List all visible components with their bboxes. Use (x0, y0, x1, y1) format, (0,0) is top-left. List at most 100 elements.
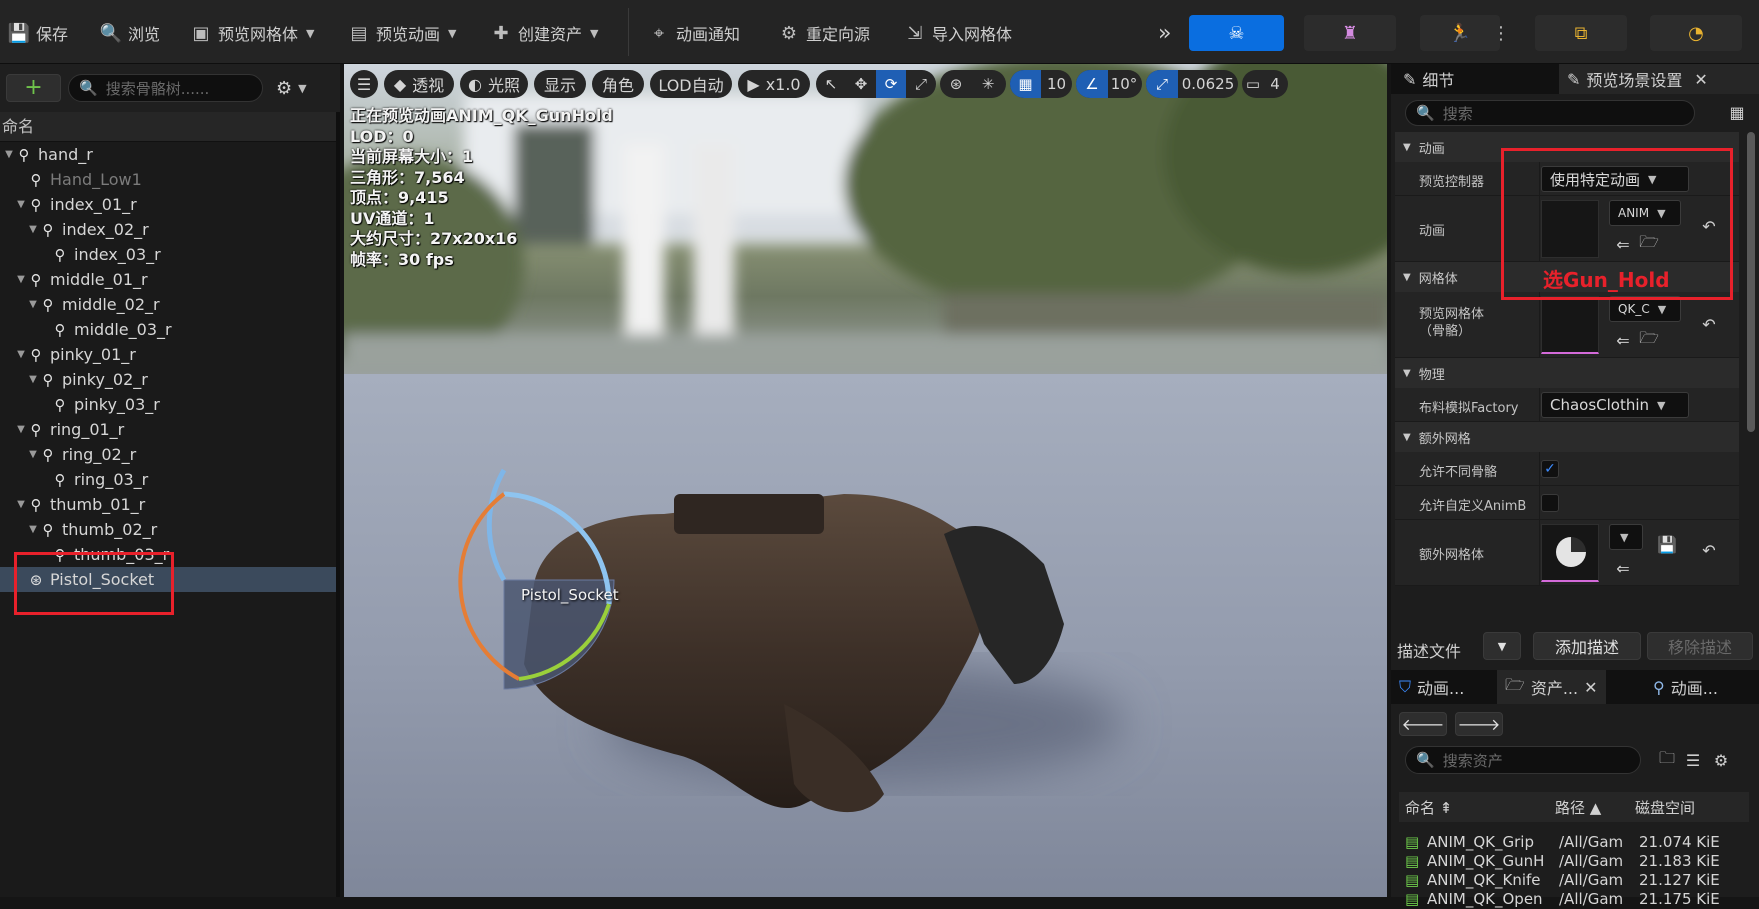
more-options-icon[interactable]: ⋮ (1488, 15, 1514, 51)
section-extra-mesh[interactable]: ▼ 额外网格 (1395, 422, 1739, 452)
surface-snap-icon[interactable]: ✳ (972, 70, 1004, 98)
bone-row[interactable]: ▼ ⚲ thumb_01_r (0, 492, 336, 517)
show-button[interactable]: 显示 (534, 70, 586, 98)
expand-arrow-icon[interactable]: ▼ (16, 424, 26, 435)
add-profile-button[interactable]: 添加描述 (1533, 632, 1641, 660)
bone-row[interactable]: ▼ ⚲ ring_01_r (0, 417, 336, 442)
create-asset-button[interactable]: ✚ 创建资产 ▼ (490, 18, 598, 48)
expand-arrow-icon[interactable]: ▼ (28, 299, 38, 310)
expand-arrow-icon[interactable]: ▼ (16, 499, 26, 510)
import-mesh-button[interactable]: ⇲ 导入网格体 (904, 18, 1012, 48)
table-view-icon[interactable]: ▦ (1727, 102, 1747, 122)
perspective-button[interactable]: ◆ 透视 (384, 70, 454, 98)
viewport-menu-button[interactable]: ☰ (350, 70, 378, 98)
allow-different-checkbox[interactable]: ✓ (1541, 460, 1559, 478)
extra-mesh-thumbnail[interactable] (1541, 524, 1599, 582)
details-scrollbar[interactable] (1747, 132, 1755, 432)
move-tool-icon[interactable]: ✥ (846, 70, 876, 98)
save-button[interactable]: 💾 保存 (8, 18, 68, 48)
mesh-mode-button[interactable]: ♜ (1304, 15, 1396, 51)
bone-row[interactable]: ▼ ⚲ index_01_r (0, 192, 336, 217)
toolbar-overflow-icon[interactable]: » (1158, 18, 1171, 48)
expand-arrow-icon[interactable]: ▼ (28, 224, 38, 235)
grid-snap[interactable]: ▦ 10 (1010, 70, 1072, 98)
bone-row[interactable]: ▼ ⚲ middle_02_r (0, 292, 336, 317)
bone-row[interactable]: ⚲ index_03_r (0, 242, 336, 267)
preview-mesh-button[interactable]: ▣ 预览网格体 ▼ (190, 18, 314, 48)
asset-row[interactable]: ▤ ANIM_QK_GunH/All/Gam 21.183 KiE (1405, 851, 1735, 871)
asset-search-input[interactable]: 🔍 搜索资产 (1405, 746, 1641, 774)
bone-row[interactable]: ⚲ ring_03_r (0, 467, 336, 492)
extra-mesh-picker[interactable]: ▼ (1609, 524, 1643, 550)
browse-button[interactable]: 🔍 浏览 (100, 18, 160, 48)
use-selected-icon[interactable]: ⇐ (1613, 330, 1633, 350)
expand-arrow-icon[interactable]: ▼ (28, 374, 38, 385)
allow-custom-checkbox[interactable] (1541, 494, 1559, 512)
preview-viewport[interactable]: Pistol_Socket ☰ ◆ 透视 ◐ 光照 显示 角色 LOD自动 ▶ x1.… (344, 64, 1387, 897)
lod-button[interactable]: LOD自动 (650, 70, 732, 98)
bone-row[interactable]: ▼ ⚲ pinky_02_r (0, 367, 336, 392)
bone-row[interactable]: ⚲ pinky_03_r (0, 392, 336, 417)
use-selected-icon[interactable]: ⇐ (1613, 558, 1633, 578)
filter-icon[interactable]: ☰ (1683, 750, 1703, 770)
folder-icon[interactable]: 🗀 (1657, 748, 1677, 770)
skeleton-search-input[interactable]: 🔍 搜索骨骼树...... (68, 74, 263, 102)
camera-speed[interactable]: ▭ 4 (1242, 70, 1288, 98)
asset-row[interactable]: ▤ ANIM_QK_Grip/All/Gam 21.074 KiE (1405, 832, 1735, 852)
scale-tool-icon[interactable]: ⤢ (906, 70, 936, 98)
character-button[interactable]: 角色 (592, 70, 644, 98)
close-icon[interactable]: ✕ (1694, 70, 1707, 89)
reset-icon[interactable]: ↶ (1699, 314, 1719, 334)
bone-row[interactable]: ▼ ⚲ index_02_r (0, 217, 336, 242)
back-button[interactable]: 🡐 (1399, 712, 1447, 736)
rotation-snap[interactable]: ∠ 10° (1076, 70, 1142, 98)
skeleton-mode-button[interactable]: ☠ (1189, 15, 1284, 51)
select-tool-icon[interactable]: ↖ (816, 70, 846, 98)
col-path-header[interactable]: 路径 ▲ (1555, 797, 1635, 818)
retarget-button[interactable]: ⚙ 重定向源 (778, 18, 870, 48)
col-name-header[interactable]: 命名 ⇞ (1399, 797, 1555, 818)
expand-arrow-icon[interactable]: ▼ (16, 199, 26, 210)
close-icon[interactable]: ✕ (1584, 678, 1597, 697)
physics-mode-button[interactable]: ◔ (1650, 15, 1742, 51)
bone-row[interactable]: ▼ ⚲ hand_r (0, 142, 336, 167)
col-disk-header[interactable]: 磁盘空间 (1635, 797, 1735, 818)
world-space-icon[interactable]: ⊛ (940, 70, 972, 98)
anim-notify-button[interactable]: ⌖ 动画通知 (648, 18, 740, 48)
browse-asset-icon[interactable]: 🗁 (1639, 328, 1659, 350)
scale-snap[interactable]: ⤢ 0.0625 (1146, 70, 1238, 98)
expand-arrow-icon[interactable]: ▼ (4, 149, 14, 160)
tab-preview-scene[interactable]: ✎ 预览场景设置 ✕ (1559, 64, 1759, 94)
forward-button[interactable]: 🡒 (1455, 712, 1503, 736)
bone-row[interactable]: ▼ ⚲ thumb_02_r (0, 517, 336, 542)
section-physics[interactable]: ▼ 物理 (1395, 358, 1739, 388)
asset-row[interactable]: ▤ ANIM_QK_Open/All/Gam 21.175 KiE (1405, 889, 1735, 909)
tab-assets[interactable]: 🗁 资产... ✕ (1497, 670, 1606, 704)
tab-details[interactable]: ✎ 细节 (1395, 64, 1462, 94)
bone-row[interactable]: ▼ ⚲ ring_02_r (0, 442, 336, 467)
tree-column-header[interactable]: 命名 (0, 112, 336, 142)
details-search-input[interactable]: 🔍 搜索 (1405, 100, 1695, 126)
profile-dropdown[interactable]: ▼ (1483, 632, 1521, 660)
tree-settings-button[interactable]: ⚙ ▼ (276, 76, 320, 100)
save-icon[interactable]: 💾 (1657, 534, 1677, 554)
cloth-dropdown[interactable]: ChaosClothin ▼ (1541, 392, 1689, 418)
play-rate-button[interactable]: ▶ x1.0 (738, 70, 810, 98)
remove-profile-button[interactable]: 移除描述 (1647, 632, 1753, 660)
blueprint-mode-button[interactable]: ⧉ (1535, 15, 1627, 51)
lit-button[interactable]: ◐ 光照 (460, 70, 528, 98)
expand-arrow-icon[interactable]: ▼ (28, 449, 38, 460)
asset-row[interactable]: ▤ ANIM_QK_Knife/All/Gam 21.127 KiE (1405, 870, 1735, 890)
tab-anim-1[interactable]: ⛉ 动画... (1391, 670, 1472, 704)
gear-icon[interactable]: ⚙ (1711, 750, 1731, 770)
mesh-thumbnail[interactable] (1541, 296, 1599, 354)
add-bone-button[interactable]: + (6, 74, 61, 102)
expand-arrow-icon[interactable]: ▼ (16, 349, 26, 360)
bone-row[interactable]: ⚲ Hand_Low1 (0, 167, 336, 192)
bone-row[interactable]: ▼ ⚲ middle_01_r (0, 267, 336, 292)
bone-row[interactable]: ▼ ⚲ pinky_01_r (0, 342, 336, 367)
preview-anim-button[interactable]: ▤ 预览动画 ▼ (348, 18, 456, 48)
bone-row[interactable]: ⚲ middle_03_r (0, 317, 336, 342)
expand-arrow-icon[interactable]: ▼ (28, 524, 38, 535)
expand-arrow-icon[interactable]: ▼ (16, 274, 26, 285)
